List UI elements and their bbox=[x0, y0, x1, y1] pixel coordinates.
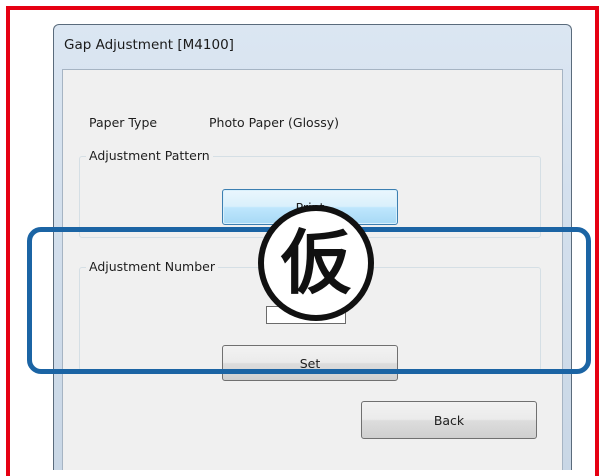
adjustment-pattern-legend: Adjustment Pattern bbox=[86, 148, 213, 163]
paper-type-label: Paper Type bbox=[89, 115, 158, 130]
window-title: Gap Adjustment [M4100] bbox=[64, 37, 234, 53]
back-button[interactable]: Back bbox=[361, 401, 537, 439]
paper-type-value: Photo Paper (Glossy) bbox=[209, 115, 339, 130]
provisional-stamp: 仮 bbox=[258, 205, 374, 321]
